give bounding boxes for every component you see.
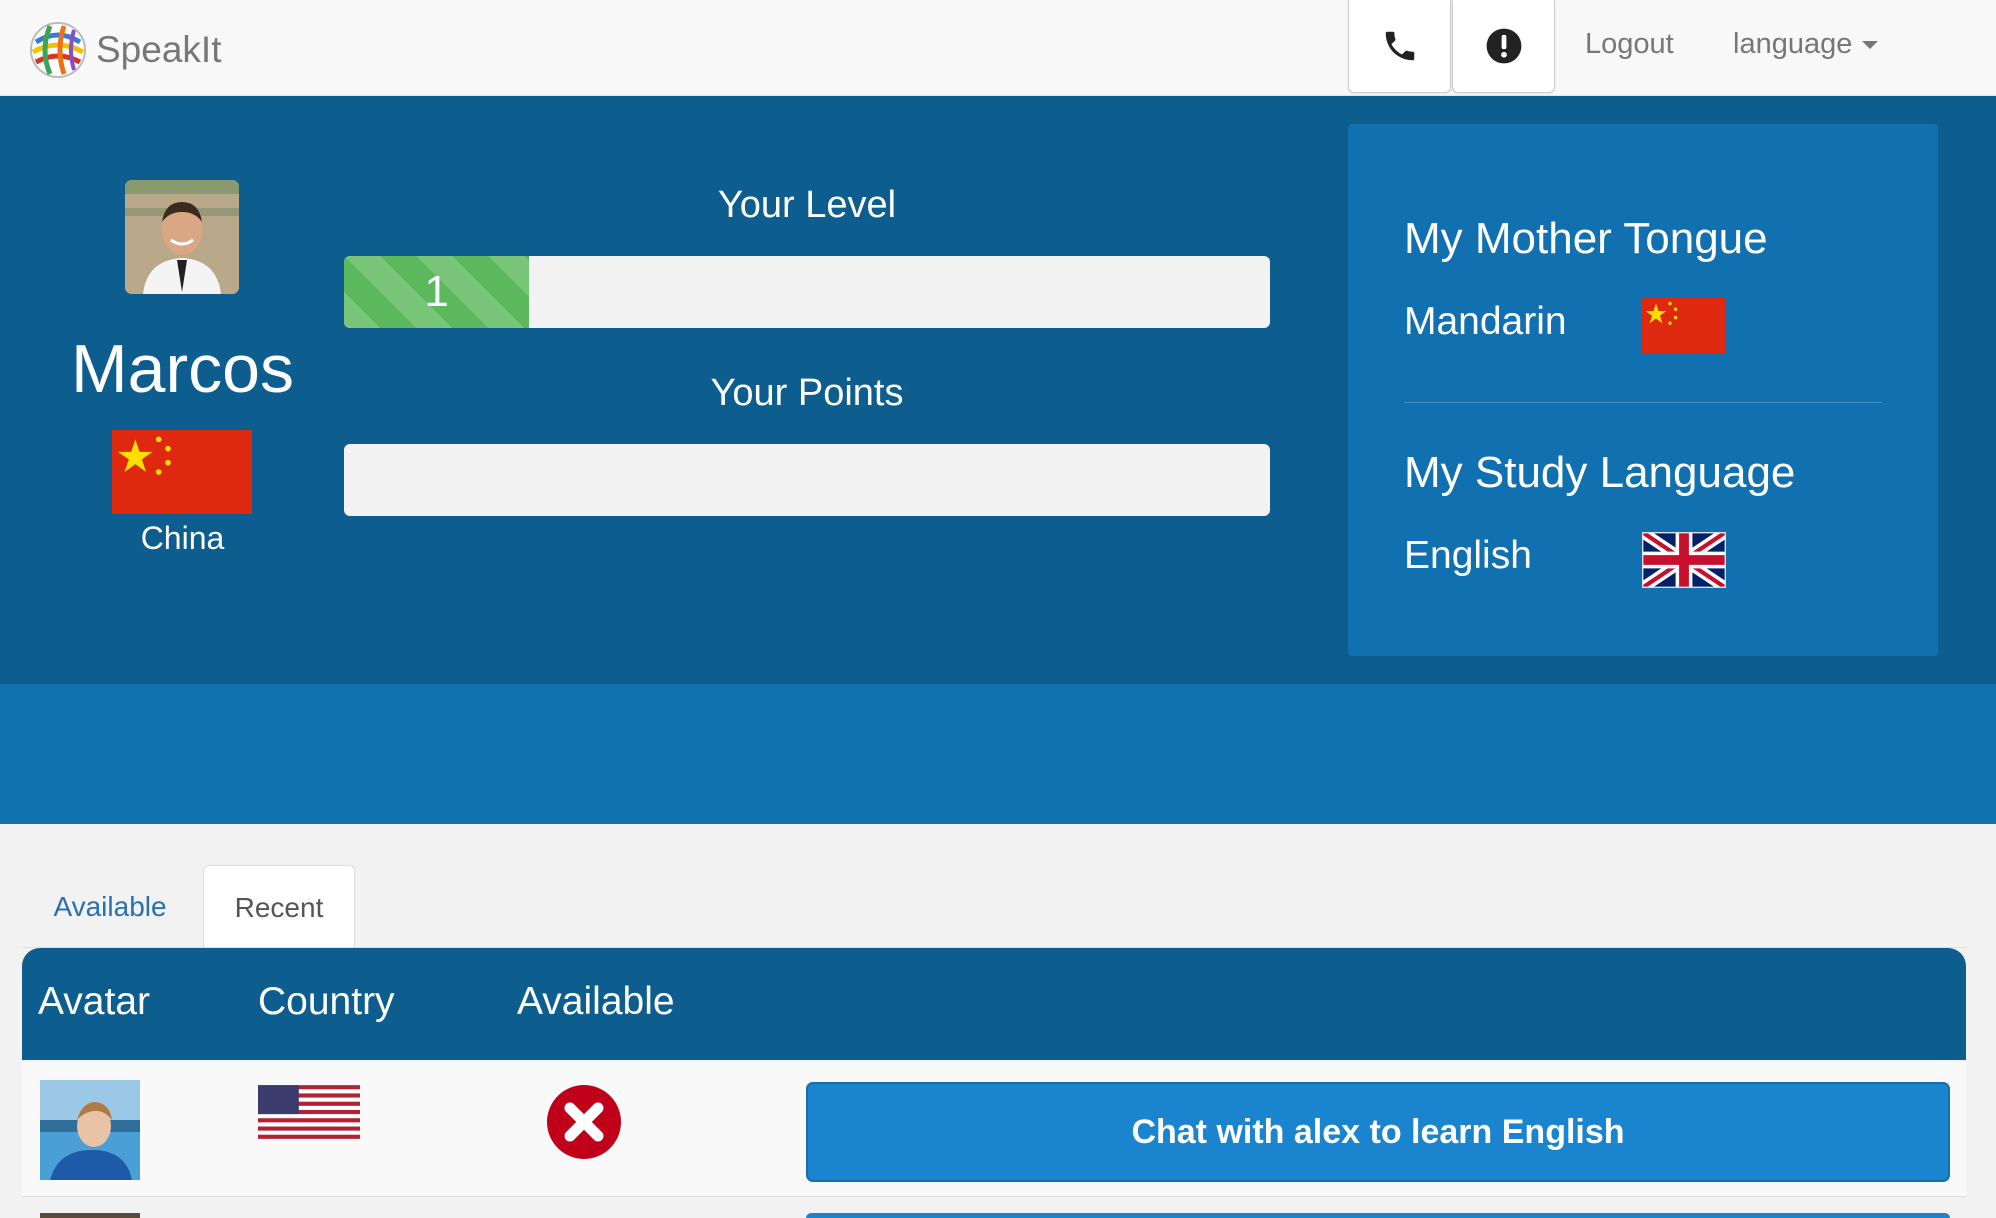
panel-divider: [1404, 402, 1882, 403]
caret-down-icon: [1862, 41, 1879, 50]
brand-name: SpeakIt: [96, 29, 222, 70]
logout-link[interactable]: Logout: [1585, 24, 1674, 64]
china-flag-icon: [112, 430, 252, 514]
mother-tongue-value: Mandarin: [1404, 300, 1567, 343]
user-avatar: [125, 180, 239, 294]
top-navbar: SpeakIt Logout language: [0, 0, 1996, 96]
column-header-avatar: Avatar: [38, 980, 151, 1023]
user-country: China: [140, 520, 225, 556]
level-progress-fill: 1: [344, 256, 530, 328]
next-row-chat-button-partial[interactable]: [806, 1213, 1950, 1218]
globe-logo-icon: [30, 22, 86, 78]
brand-home-link[interactable]: SpeakIt: [28, 20, 221, 80]
column-header-available: Available: [517, 980, 675, 1023]
china-flag-icon: [1642, 298, 1726, 354]
points-title: Your Points: [710, 372, 904, 414]
tab-available[interactable]: Available: [28, 865, 192, 949]
next-row-avatar-partial: [40, 1213, 140, 1218]
chat-with-partner-button[interactable]: Chat with alex to learn English: [806, 1082, 1950, 1182]
language-panel: My Mother Tongue Mandarin My Study Langu…: [1348, 124, 1938, 656]
study-language-value: English: [1404, 534, 1532, 577]
points-progress-bar: [344, 444, 1270, 516]
partners-table-header: Avatar Country Available: [22, 948, 1966, 1060]
language-dropdown[interactable]: language: [1733, 24, 1879, 64]
uk-flag-icon: [1642, 532, 1726, 588]
partner-avatar: [40, 1080, 140, 1180]
level-title: Your Level: [717, 184, 897, 226]
mother-tongue-heading: My Mother Tongue: [1404, 214, 1768, 263]
exclamation-circle-icon: [1486, 28, 1521, 64]
phone-icon: [1385, 31, 1414, 61]
us-flag-icon: [258, 1085, 360, 1139]
tab-recent[interactable]: Recent: [203, 865, 355, 949]
report-button[interactable]: [1452, 0, 1555, 93]
column-header-country: Country: [258, 980, 395, 1023]
study-language-heading: My Study Language: [1404, 448, 1796, 497]
call-button[interactable]: [1348, 0, 1451, 93]
table-row: Chat with alex to learn English: [22, 1062, 1966, 1197]
level-progress-bar: 1: [344, 256, 1270, 328]
unavailable-x-icon: [547, 1085, 621, 1159]
language-dropdown-label: language: [1733, 28, 1853, 60]
hero-band: [0, 684, 1996, 824]
user-name: Marcos: [71, 331, 294, 407]
